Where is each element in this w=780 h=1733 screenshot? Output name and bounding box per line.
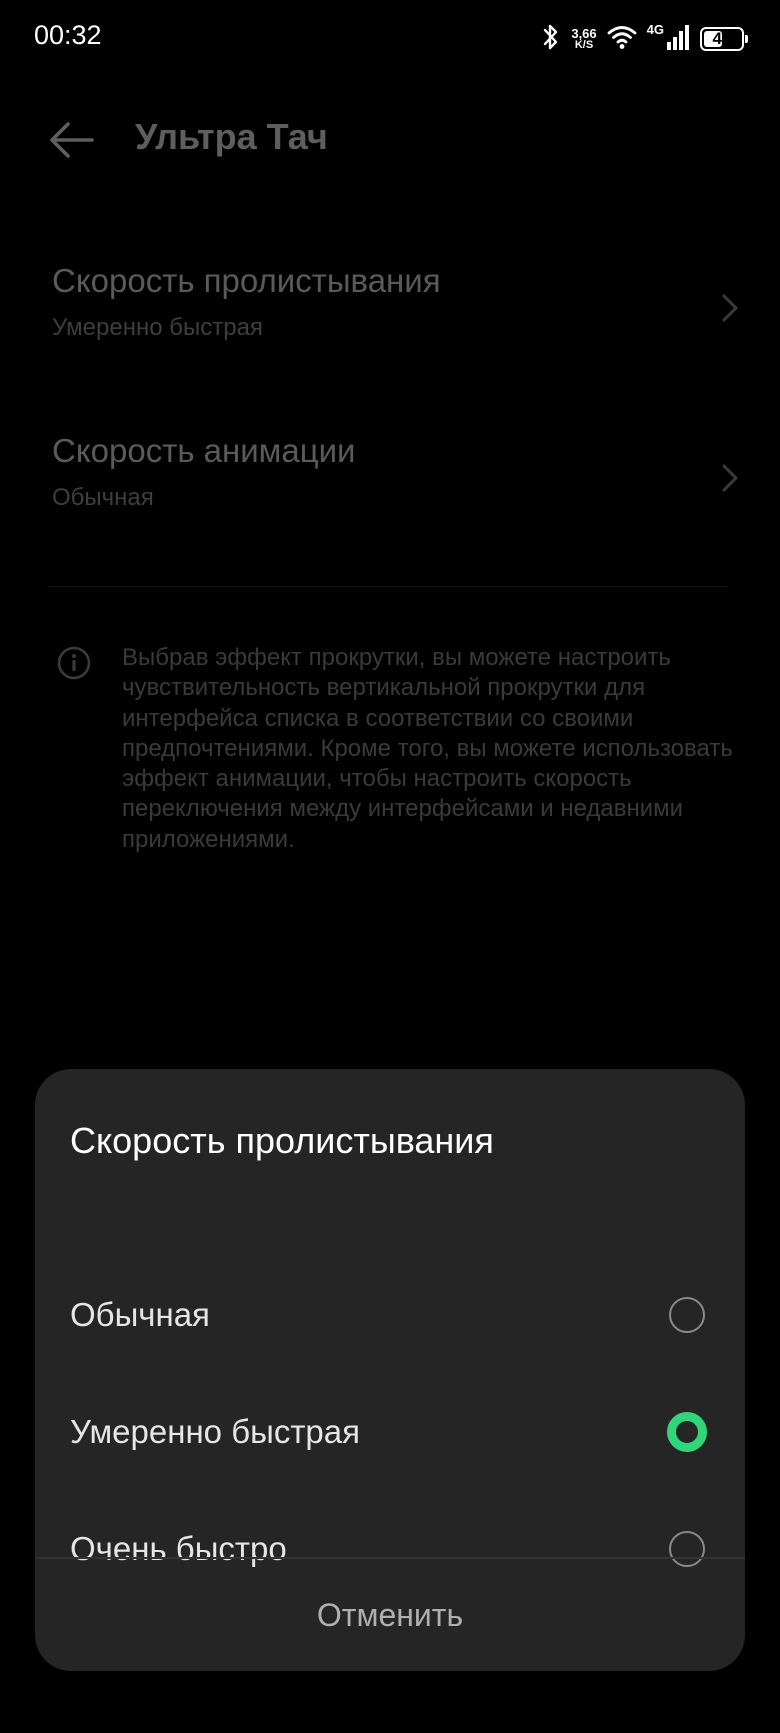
option-moderately-fast[interactable]: Умеренно быстрая	[35, 1377, 745, 1487]
option-label: Обычная	[70, 1296, 210, 1333]
page-title: Ультра Тач	[135, 116, 328, 157]
info-icon	[57, 646, 91, 680]
radio-checked[interactable]	[667, 1412, 707, 1452]
setting-scroll-speed-title: Скорость пролистывания	[52, 262, 441, 299]
cancel-button[interactable]: Отменить	[35, 1559, 745, 1671]
back-arrow-icon	[50, 122, 94, 158]
setting-animation-speed-value: Обычная	[52, 484, 154, 511]
setting-scroll-speed[interactable]: Скорость пролистывания Умеренно быстрая	[52, 262, 742, 342]
scroll-speed-dialog: Скорость пролистывания Обычная Умеренно …	[35, 1069, 745, 1671]
setting-scroll-speed-value: Умеренно быстрая	[52, 314, 263, 341]
setting-animation-speed-title: Скорость анимации	[52, 432, 356, 469]
setting-animation-speed[interactable]: Скорость анимации Обычная	[52, 432, 742, 512]
option-normal[interactable]: Обычная	[35, 1260, 745, 1370]
option-label: Умеренно быстрая	[70, 1413, 361, 1450]
radio-unchecked[interactable]	[669, 1297, 705, 1333]
chevron-right-icon	[722, 464, 738, 492]
battery-level: 42	[712, 29, 732, 48]
dialog-title: Скорость пролистывания	[70, 1120, 494, 1161]
chevron-right-icon	[722, 294, 738, 322]
info-description: Выбрав эффект прокрутки, вы можете настр…	[122, 644, 733, 853]
section-divider	[48, 586, 728, 587]
back-button[interactable]	[44, 112, 100, 168]
